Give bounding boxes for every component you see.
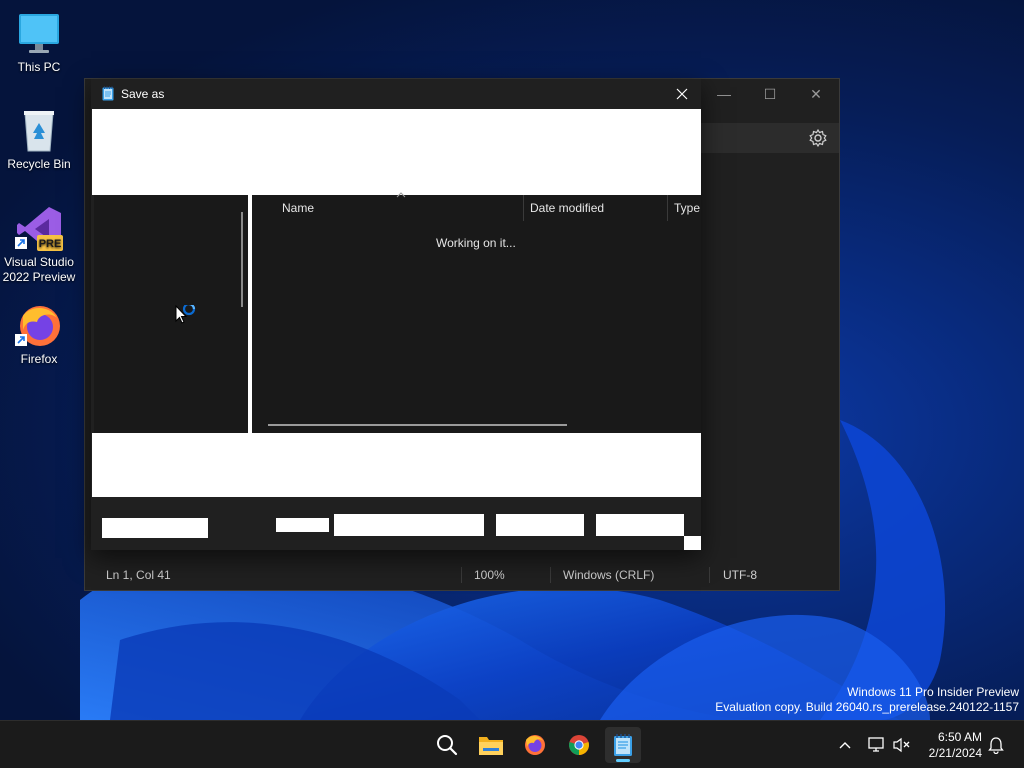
monitor-icon bbox=[15, 10, 63, 58]
firefox-icon bbox=[525, 735, 545, 755]
recycle-bin-icon bbox=[15, 107, 63, 155]
volume-status[interactable] bbox=[892, 735, 912, 755]
volume-muted-icon bbox=[893, 737, 910, 753]
desktop-icon-label: Recycle Bin bbox=[7, 157, 71, 171]
dialog-title-bar: Save as bbox=[91, 79, 701, 109]
loading-message: Working on it... bbox=[436, 236, 516, 250]
gear-icon bbox=[809, 128, 827, 148]
taskbar-notepad[interactable] bbox=[605, 727, 641, 763]
notepad-caption-buttons: — ☐ ✕ bbox=[701, 79, 839, 109]
taskbar-search[interactable] bbox=[429, 727, 465, 763]
taskbar-file-explorer[interactable] bbox=[473, 727, 509, 763]
visual-studio-icon: PRE bbox=[15, 205, 63, 253]
os-watermark: Windows 11 Pro Insider Preview Evaluatio… bbox=[715, 685, 1019, 714]
desktop-icon-this-pc[interactable]: This PC bbox=[0, 10, 78, 75]
desktop-icon-label: Visual Studio 2022 Preview bbox=[2, 255, 76, 284]
clock-time: 6:50 AM bbox=[937, 730, 982, 744]
save-button[interactable] bbox=[496, 514, 584, 536]
sort-indicator-icon bbox=[396, 192, 406, 198]
navigation-scrollbar[interactable] bbox=[241, 212, 243, 307]
maximize-button[interactable]: ☐ bbox=[747, 79, 793, 109]
pre-badge: PRE bbox=[39, 238, 62, 250]
chevron-up-icon bbox=[839, 742, 851, 749]
desktop-icon-label: Firefox bbox=[20, 352, 58, 366]
dialog-footer bbox=[92, 497, 701, 550]
filename-area bbox=[92, 433, 701, 497]
search-icon bbox=[437, 735, 458, 756]
dialog-title: Save as bbox=[121, 87, 165, 101]
address-bar-area bbox=[92, 109, 701, 195]
active-app-indicator bbox=[616, 759, 630, 762]
close-button[interactable]: ✕ bbox=[793, 79, 839, 109]
cursor-position: Ln 1, Col 41 bbox=[106, 568, 171, 582]
close-icon bbox=[676, 88, 688, 100]
encoding-label bbox=[276, 518, 329, 532]
file-explorer-icon bbox=[479, 737, 503, 755]
network-status[interactable] bbox=[866, 735, 886, 755]
notepad-icon bbox=[614, 734, 632, 756]
busy-cursor-icon bbox=[175, 302, 196, 324]
settings-button[interactable] bbox=[807, 127, 829, 149]
column-header-name[interactable]: Name bbox=[282, 201, 314, 215]
resize-grip[interactable] bbox=[684, 536, 701, 550]
taskbar-clock[interactable]: 6:50 AM 2/21/2024 bbox=[929, 729, 982, 761]
chrome-icon bbox=[569, 735, 589, 755]
encoding-dropdown[interactable] bbox=[334, 514, 484, 536]
encoding[interactable]: UTF-8 bbox=[723, 568, 757, 582]
bell-icon bbox=[988, 737, 1004, 754]
mouse-cursor bbox=[175, 302, 201, 332]
dialog-close-button[interactable] bbox=[669, 83, 695, 105]
file-list[interactable]: Name Date modified Type Working on it... bbox=[252, 192, 701, 433]
firefox-icon bbox=[15, 302, 63, 350]
minimize-button[interactable]: — bbox=[701, 79, 747, 109]
clock-date: 2/21/2024 bbox=[928, 746, 982, 760]
column-header-type[interactable]: Type bbox=[674, 201, 700, 215]
notepad-icon bbox=[102, 86, 114, 101]
desktop-icon-recycle-bin[interactable]: Recycle Bin bbox=[0, 107, 78, 172]
zoom-level[interactable]: 100% bbox=[474, 568, 505, 582]
horizontal-scrollbar[interactable] bbox=[268, 424, 567, 426]
status-bar: Ln 1, Col 41 100% Windows (CRLF) UTF-8 bbox=[85, 560, 839, 590]
taskbar-firefox[interactable] bbox=[517, 727, 553, 763]
taskbar-chrome[interactable] bbox=[561, 727, 597, 763]
column-header-date-modified[interactable]: Date modified bbox=[530, 201, 604, 215]
desktop-icon-label: This PC bbox=[17, 60, 61, 74]
line-ending[interactable]: Windows (CRLF) bbox=[563, 568, 654, 582]
navigation-pane[interactable] bbox=[94, 195, 248, 433]
notifications-button[interactable] bbox=[986, 735, 1006, 755]
network-icon bbox=[868, 737, 884, 752]
cancel-button[interactable] bbox=[596, 514, 684, 536]
taskbar: 6:50 AM 2/21/2024 bbox=[0, 720, 1024, 768]
desktop-icon-visual-studio[interactable]: PRE Visual Studio 2022 Preview bbox=[0, 205, 78, 285]
hide-folders-button[interactable] bbox=[102, 518, 208, 538]
show-hidden-icons-button[interactable] bbox=[835, 735, 855, 755]
desktop-icon-firefox[interactable]: Firefox bbox=[0, 302, 78, 367]
